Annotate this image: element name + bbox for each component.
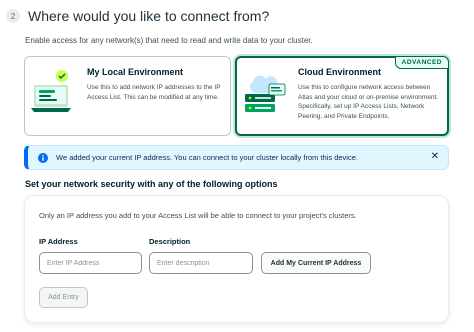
cloud-environment-card[interactable]: ADVANCED Cloud Environment Use this to c… bbox=[235, 56, 449, 136]
intro-text: Enable access for any network(s) that ne… bbox=[25, 36, 313, 45]
laptop-illustration-icon bbox=[31, 70, 71, 112]
cloud-server-illustration-icon bbox=[245, 75, 286, 112]
local-environment-description: Use this to add network IP addresses to … bbox=[87, 84, 221, 101]
ip-access-panel: Only an IP address you add to your Acces… bbox=[24, 195, 449, 323]
description-input[interactable] bbox=[149, 252, 253, 274]
step-title: Where would you like to connect from? bbox=[28, 8, 270, 24]
cloud-environment-title: Cloud Environment bbox=[298, 67, 381, 77]
info-icon bbox=[38, 152, 48, 163]
add-current-ip-button[interactable]: Add My Current IP Address bbox=[261, 252, 371, 274]
ip-address-input[interactable] bbox=[39, 252, 142, 274]
network-security-heading: Set your network security with any of th… bbox=[25, 179, 278, 189]
ip-added-banner: We added your current IP address. You ca… bbox=[24, 145, 449, 170]
add-entry-button[interactable]: Add Entry bbox=[39, 287, 88, 308]
cloud-environment-description: Use this to configure network access bet… bbox=[298, 84, 439, 120]
advanced-badge: ADVANCED bbox=[394, 56, 449, 69]
ip-address-label: IP Address bbox=[39, 237, 78, 246]
access-list-description: Only an IP address you add to your Acces… bbox=[39, 211, 357, 220]
description-label: Description bbox=[149, 237, 191, 246]
step-number: 2 bbox=[6, 9, 20, 23]
local-environment-title: My Local Environment bbox=[87, 67, 184, 77]
banner-message: We added your current IP address. You ca… bbox=[56, 153, 358, 162]
step-header: 2 Where would you like to connect from? bbox=[6, 8, 269, 24]
local-environment-card[interactable]: My Local Environment Use this to add net… bbox=[24, 56, 231, 136]
close-icon[interactable]: ✕ bbox=[431, 151, 439, 162]
